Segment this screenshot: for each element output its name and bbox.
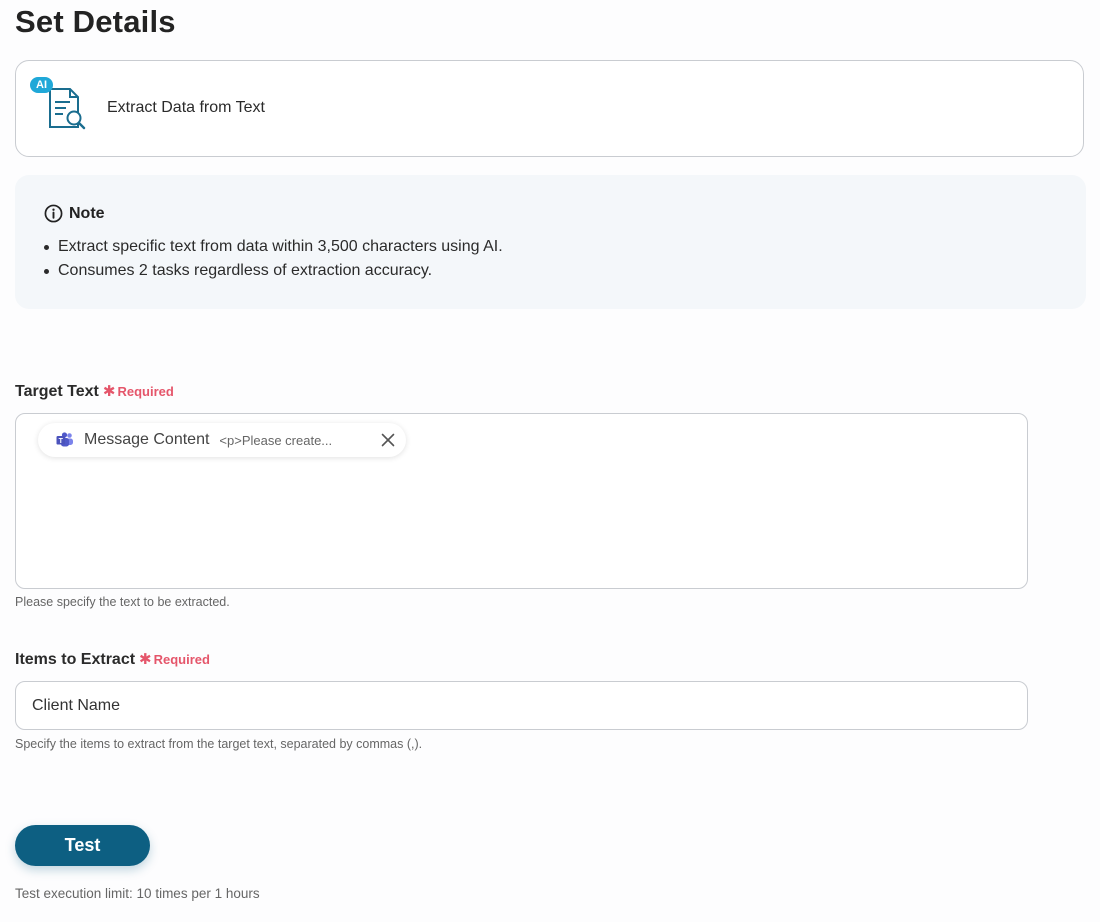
target-text-helper: Please specify the text to be extracted. bbox=[15, 595, 230, 609]
required-badge: ✱ Required bbox=[139, 651, 210, 668]
variable-chip[interactable]: T Message Content <p>Please create... bbox=[38, 423, 406, 457]
close-icon[interactable] bbox=[380, 432, 396, 448]
ai-badge: AI bbox=[30, 77, 53, 93]
items-to-extract-helper: Specify the items to extract from the ta… bbox=[15, 737, 423, 751]
target-text-label-text: Target Text bbox=[15, 383, 99, 400]
note-title: Note bbox=[69, 204, 105, 222]
test-limit-text: Test execution limit: 10 times per 1 hou… bbox=[15, 886, 260, 901]
note-box: Note Extract specific text from data wit… bbox=[15, 175, 1086, 309]
teams-icon: T bbox=[56, 432, 73, 447]
set-details-page: Set Details AI Extract Data from Text No bbox=[0, 0, 1100, 922]
target-text-label: Target Text ✱ Required bbox=[15, 382, 174, 401]
note-item: Extract specific text from data within 3… bbox=[44, 235, 503, 259]
note-item: Consumes 2 tasks regardless of extractio… bbox=[44, 259, 503, 283]
items-to-extract-label: Items to Extract ✱ Required bbox=[15, 650, 210, 669]
info-icon bbox=[44, 204, 63, 223]
target-text-field[interactable]: T Message Content <p>Please create... bbox=[15, 413, 1028, 589]
required-badge: ✱ Required bbox=[102, 383, 174, 400]
svg-text:T: T bbox=[59, 438, 64, 445]
document-search-icon bbox=[49, 88, 86, 130]
items-to-extract-input[interactable] bbox=[15, 681, 1028, 730]
action-label: Extract Data from Text bbox=[107, 99, 265, 116]
page-title: Set Details bbox=[15, 4, 176, 39]
items-to-extract-label-text: Items to Extract bbox=[15, 651, 136, 668]
chip-value: <p>Please create... bbox=[219, 432, 333, 448]
action-card[interactable]: AI Extract Data from Text bbox=[15, 60, 1084, 157]
note-list: Extract specific text from data within 3… bbox=[44, 235, 503, 283]
action-icon: AI bbox=[30, 75, 90, 135]
test-button[interactable]: Test bbox=[15, 825, 150, 866]
chip-name: Message Content bbox=[84, 431, 210, 448]
note-header: Note bbox=[44, 204, 105, 223]
